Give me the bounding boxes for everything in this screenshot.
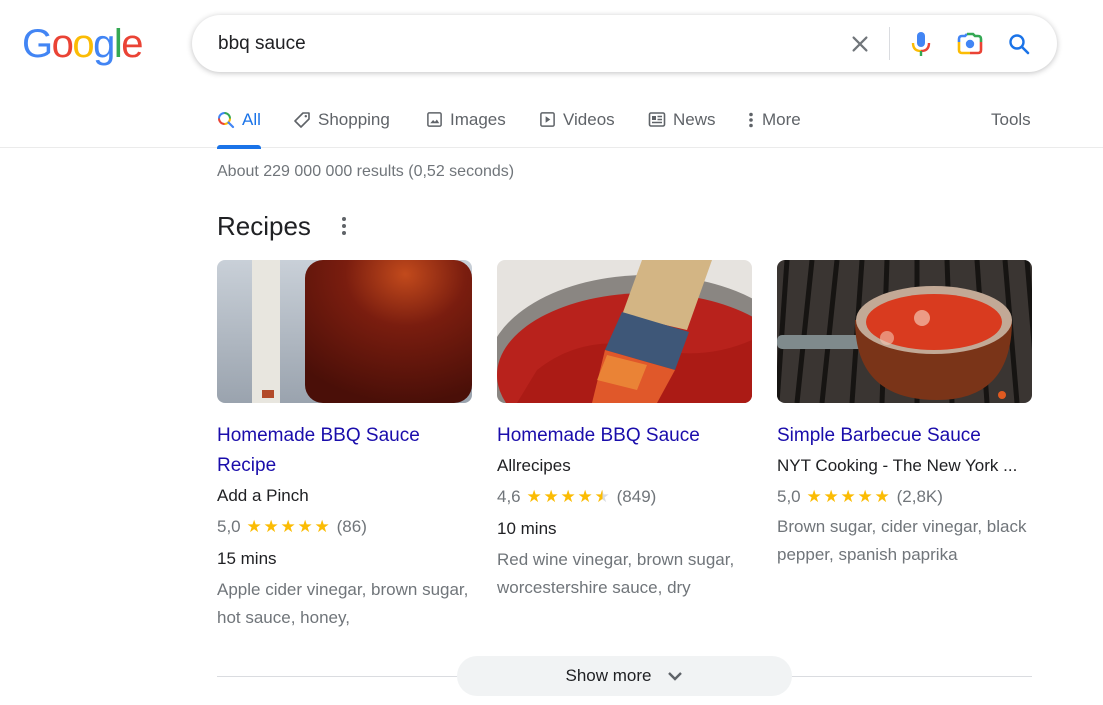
recipe-image-saucepan-grill[interactable]	[777, 260, 1032, 403]
logo-letter: o	[72, 22, 94, 66]
recipe-thumbnail	[497, 260, 752, 403]
logo-letter: l	[113, 22, 123, 66]
search-by-image-button[interactable]	[955, 29, 985, 59]
star-icon: ★	[857, 487, 873, 506]
recipe-image-sauce-jar[interactable]	[217, 260, 472, 403]
logo-letter: g	[93, 22, 115, 66]
recipe-time: 10 mins	[497, 519, 557, 538]
clear-search-button[interactable]	[845, 29, 875, 59]
logo-letter: o	[51, 22, 74, 66]
logo-letter: e	[121, 22, 143, 66]
star-icon: ★	[874, 487, 890, 506]
search-icon	[218, 111, 235, 128]
recipe-card[interactable]: Simple Barbecue Sauce NYT Cooking - The …	[777, 260, 1032, 569]
star-rating: ★ ★ ★ ★ ★	[526, 488, 611, 505]
tab-label: Videos	[563, 109, 615, 129]
google-logo[interactable]: Google	[22, 22, 143, 66]
star-icon: ★	[526, 487, 542, 506]
tab-label: News	[673, 109, 716, 129]
show-more-label: Show more	[565, 666, 652, 685]
review-count: (849)	[616, 487, 657, 506]
tag-icon	[294, 111, 310, 128]
half-star-icon: ★	[594, 487, 610, 506]
recipe-ingredients: Apple cider vinegar, brown sugar, hot sa…	[217, 580, 469, 627]
close-icon	[852, 36, 868, 52]
recipe-source: Allrecipes	[497, 456, 571, 475]
star-icon: ★	[297, 517, 313, 536]
star-icon: ★	[577, 487, 593, 506]
star-icon: ★	[314, 517, 330, 536]
review-count: (86)	[336, 517, 367, 536]
image-icon	[427, 112, 442, 127]
star-icon: ★	[246, 517, 262, 536]
star-icon: ★	[280, 517, 296, 536]
camera-lens-icon	[957, 32, 983, 55]
tab-images[interactable]: Images	[426, 95, 506, 148]
tab-news[interactable]: News	[648, 95, 716, 148]
tab-shopping[interactable]: Shopping	[293, 95, 390, 148]
recipe-thumbnail	[217, 260, 472, 403]
recipe-title-link[interactable]: Homemade BBQ Sauce	[497, 421, 752, 451]
recipes-options-button[interactable]	[336, 214, 352, 238]
star-icon: ★	[263, 517, 279, 536]
search-divider	[889, 27, 890, 60]
show-more-button[interactable]: Show more	[457, 656, 792, 696]
recipe-thumbnail	[777, 260, 1032, 403]
tab-label: Shopping	[318, 109, 390, 129]
voice-search-button[interactable]	[906, 29, 936, 59]
tab-label: Images	[450, 109, 506, 129]
recipe-time: 15 mins	[217, 549, 277, 568]
recipe-rating: 5,0 ★ ★ ★ ★ ★ (86)	[217, 511, 472, 542]
recipe-image-basting-brush[interactable]	[497, 260, 752, 403]
newspaper-icon	[648, 112, 666, 127]
result-stats: About 229 000 000 results (0,52 seconds)	[217, 163, 515, 180]
star-icon: ★	[823, 487, 839, 506]
star-icon: ★	[560, 487, 576, 506]
recipe-rating: 5,0 ★ ★ ★ ★ ★ (2,8K)	[777, 481, 1032, 512]
recipes-heading: Recipes	[217, 211, 311, 241]
tab-videos[interactable]: Videos	[539, 95, 615, 148]
tab-label: More	[762, 109, 801, 129]
search-box	[192, 15, 1057, 72]
recipe-ingredients: Brown sugar, cider vinegar, black pepper…	[777, 517, 1027, 564]
more-vert-icon-dot	[342, 231, 346, 235]
recipe-card[interactable]: Homemade BBQ Sauce Recipe Add a Pinch 5,…	[217, 260, 472, 632]
recipe-rating: 4,6 ★ ★ ★ ★ ★ (849)	[497, 481, 752, 512]
review-count: (2,8K)	[896, 487, 943, 506]
rating-value: 4,6	[497, 487, 521, 506]
star-rating: ★ ★ ★ ★ ★	[246, 518, 331, 535]
play-icon	[540, 112, 555, 127]
chevron-down-icon	[668, 672, 683, 681]
tools-button[interactable]: Tools	[991, 95, 1031, 148]
search-icon	[1009, 34, 1030, 55]
recipe-ingredients: Red wine vinegar, brown sugar, worcester…	[497, 550, 735, 597]
logo-letter: G	[22, 22, 53, 66]
more-vert-icon	[342, 217, 346, 221]
tab-more[interactable]: More	[746, 95, 801, 148]
tab-all[interactable]: All	[217, 95, 261, 149]
more-vert-icon-dot	[342, 224, 346, 228]
tab-label: All	[242, 109, 261, 129]
recipe-title-link[interactable]: Homemade BBQ Sauce Recipe	[217, 421, 472, 481]
recipe-source: NYT Cooking - The New York ...	[777, 456, 1018, 475]
tools-label: Tools	[991, 109, 1031, 129]
recipe-source: Add a Pinch	[217, 486, 309, 505]
search-tabs: All Shopping Images Videos News More Too…	[0, 95, 1103, 149]
rating-value: 5,0	[777, 487, 801, 506]
star-icon: ★	[840, 487, 856, 506]
microphone-icon	[911, 32, 931, 56]
recipe-card[interactable]: Homemade BBQ Sauce Allrecipes 4,6 ★ ★ ★ ★ ★ …	[497, 260, 752, 602]
star-icon: ★	[543, 487, 559, 506]
rating-value: 5,0	[217, 517, 241, 536]
recipe-title-link[interactable]: Simple Barbecue Sauce	[777, 421, 1032, 451]
search-submit-button[interactable]	[1004, 29, 1034, 59]
star-icon: ★	[806, 487, 822, 506]
search-input[interactable]	[218, 15, 818, 72]
more-vert-icon	[749, 112, 753, 127]
star-rating: ★ ★ ★ ★ ★	[806, 488, 891, 505]
